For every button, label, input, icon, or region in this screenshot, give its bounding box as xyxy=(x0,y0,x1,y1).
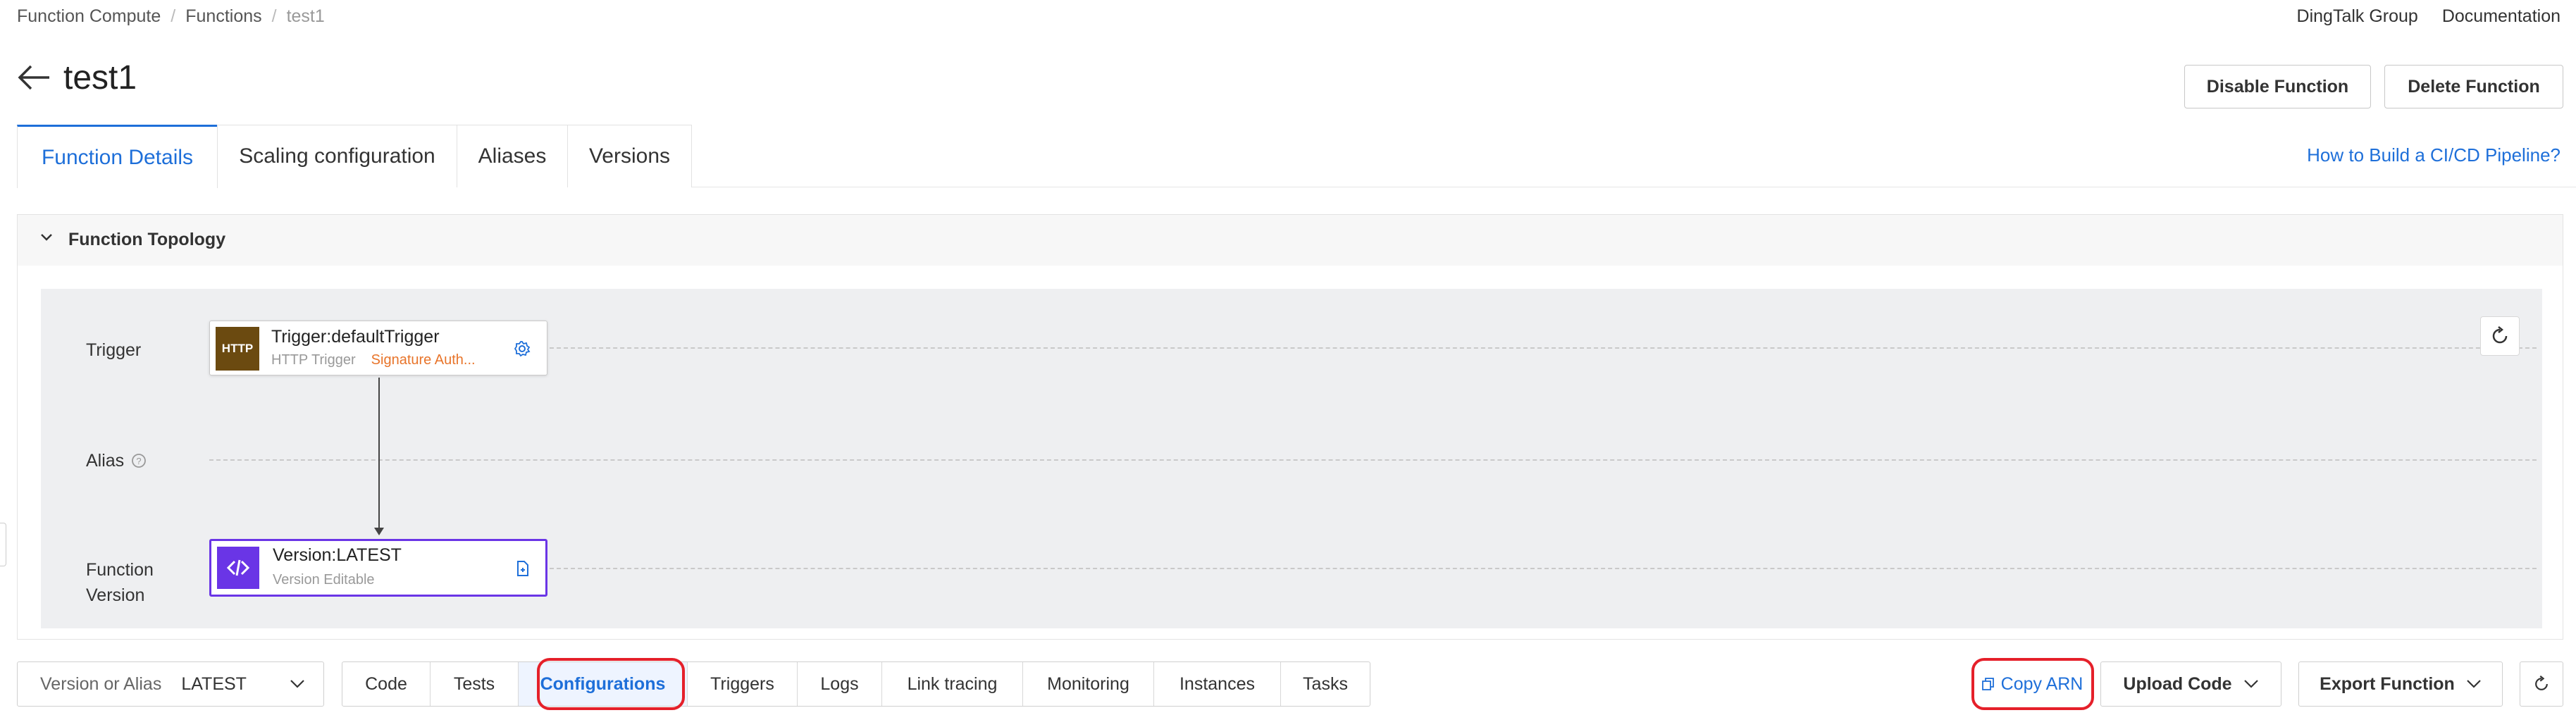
topology-refresh-button[interactable] xyxy=(2480,316,2520,356)
alias-row-label: Alias ? xyxy=(86,448,147,473)
trigger-row-label: Trigger xyxy=(86,340,142,360)
gear-icon[interactable] xyxy=(514,340,531,357)
breadcrumb-separator: / xyxy=(271,6,277,26)
trigger-type: HTTP Trigger xyxy=(271,352,356,368)
copy-arn-highlight xyxy=(1971,658,2094,710)
subtab-tests[interactable]: Tests xyxy=(431,662,519,706)
subtab-monitoring[interactable]: Monitoring xyxy=(1023,662,1154,706)
export-function-label: Export Function xyxy=(2320,673,2455,694)
documentation-link[interactable]: Documentation xyxy=(2442,6,2560,27)
chevron-down-icon xyxy=(2467,680,2481,688)
page-title: test1 xyxy=(63,58,137,97)
reload-button[interactable] xyxy=(2520,661,2563,707)
chevron-down-icon[interactable] xyxy=(39,232,54,242)
configurations-highlight xyxy=(537,658,685,710)
alias-row-line xyxy=(209,459,2537,461)
breadcrumb-separator: / xyxy=(171,6,176,26)
function-version-label-line1: Function xyxy=(86,560,154,580)
back-arrow-icon[interactable] xyxy=(16,63,52,92)
disable-function-button[interactable]: Disable Function xyxy=(2184,65,2371,108)
cicd-pipeline-link[interactable]: How to Build a CI/CD Pipeline? xyxy=(2307,144,2560,166)
refresh-icon xyxy=(2535,675,2548,690)
topology-title: Function Topology xyxy=(68,230,226,249)
refresh-icon xyxy=(2492,326,2508,344)
subtab-triggers[interactable]: Triggers xyxy=(688,662,798,706)
title-row: test1 xyxy=(16,56,137,99)
top-links: DingTalk Group Documentation xyxy=(2297,6,2560,27)
tab-scaling-configuration[interactable]: Scaling configuration xyxy=(217,125,457,187)
trigger-node-subtitle: HTTP Trigger Signature Auth... xyxy=(271,352,476,368)
breadcrumb-current: test1 xyxy=(286,6,325,26)
tab-aliases[interactable]: Aliases xyxy=(457,125,568,187)
export-function-button[interactable]: Export Function xyxy=(2298,661,2503,707)
document-icon[interactable] xyxy=(516,560,530,577)
connector-arrowhead xyxy=(374,528,384,535)
http-trigger-icon: HTTP xyxy=(216,327,259,371)
trigger-auth: Signature Auth... xyxy=(371,352,476,368)
trigger-row-line xyxy=(550,347,2537,349)
chevron-down-icon xyxy=(2243,680,2258,688)
version-alias-select[interactable]: Version or Alias LATEST xyxy=(17,661,324,707)
version-row-line xyxy=(550,568,2537,569)
topology-panel-header[interactable] xyxy=(18,215,2563,266)
alias-row-text: Alias xyxy=(86,451,125,471)
tab-versions[interactable]: Versions xyxy=(567,125,692,187)
trigger-node[interactable]: HTTP Trigger:defaultTrigger HTTP Trigger… xyxy=(209,321,547,375)
breadcrumb-functions[interactable]: Functions xyxy=(185,6,261,27)
function-subtabs: Code Tests Configurations Triggers Logs … xyxy=(342,661,1370,707)
subtab-link-tracing[interactable]: Link tracing xyxy=(882,662,1023,706)
subtab-instances[interactable]: Instances xyxy=(1154,662,1281,706)
trigger-to-version-connector xyxy=(378,378,380,533)
version-alias-value: LATEST xyxy=(181,673,247,694)
help-icon[interactable]: ? xyxy=(131,453,147,468)
function-version-label-line2: Version xyxy=(86,585,145,605)
version-node[interactable]: Version:LATEST Version Editable xyxy=(209,539,547,597)
upload-code-label: Upload Code xyxy=(2123,673,2232,694)
breadcrumb: Function Compute / Functions / test1 xyxy=(17,6,325,27)
subtab-code[interactable]: Code xyxy=(342,662,431,706)
dingtalk-group-link[interactable]: DingTalk Group xyxy=(2297,6,2418,27)
svg-text:?: ? xyxy=(137,456,142,466)
breadcrumb-function-compute[interactable]: Function Compute xyxy=(17,6,161,27)
side-panel-handle[interactable] xyxy=(0,523,6,566)
function-version-row-label: Function Version xyxy=(86,557,154,608)
version-alias-label: Version or Alias xyxy=(40,673,162,694)
version-code-icon xyxy=(217,547,259,589)
tab-function-details[interactable]: Function Details xyxy=(17,125,218,188)
subtab-logs[interactable]: Logs xyxy=(798,662,882,706)
subtab-tasks[interactable]: Tasks xyxy=(1281,662,1370,706)
trigger-node-title: Trigger:defaultTrigger xyxy=(271,327,440,347)
delete-function-button[interactable]: Delete Function xyxy=(2384,65,2563,108)
version-node-subtitle: Version Editable xyxy=(273,572,375,588)
upload-code-button[interactable]: Upload Code xyxy=(2100,661,2281,707)
chevron-down-icon xyxy=(290,680,304,688)
version-node-title: Version:LATEST xyxy=(273,545,402,565)
